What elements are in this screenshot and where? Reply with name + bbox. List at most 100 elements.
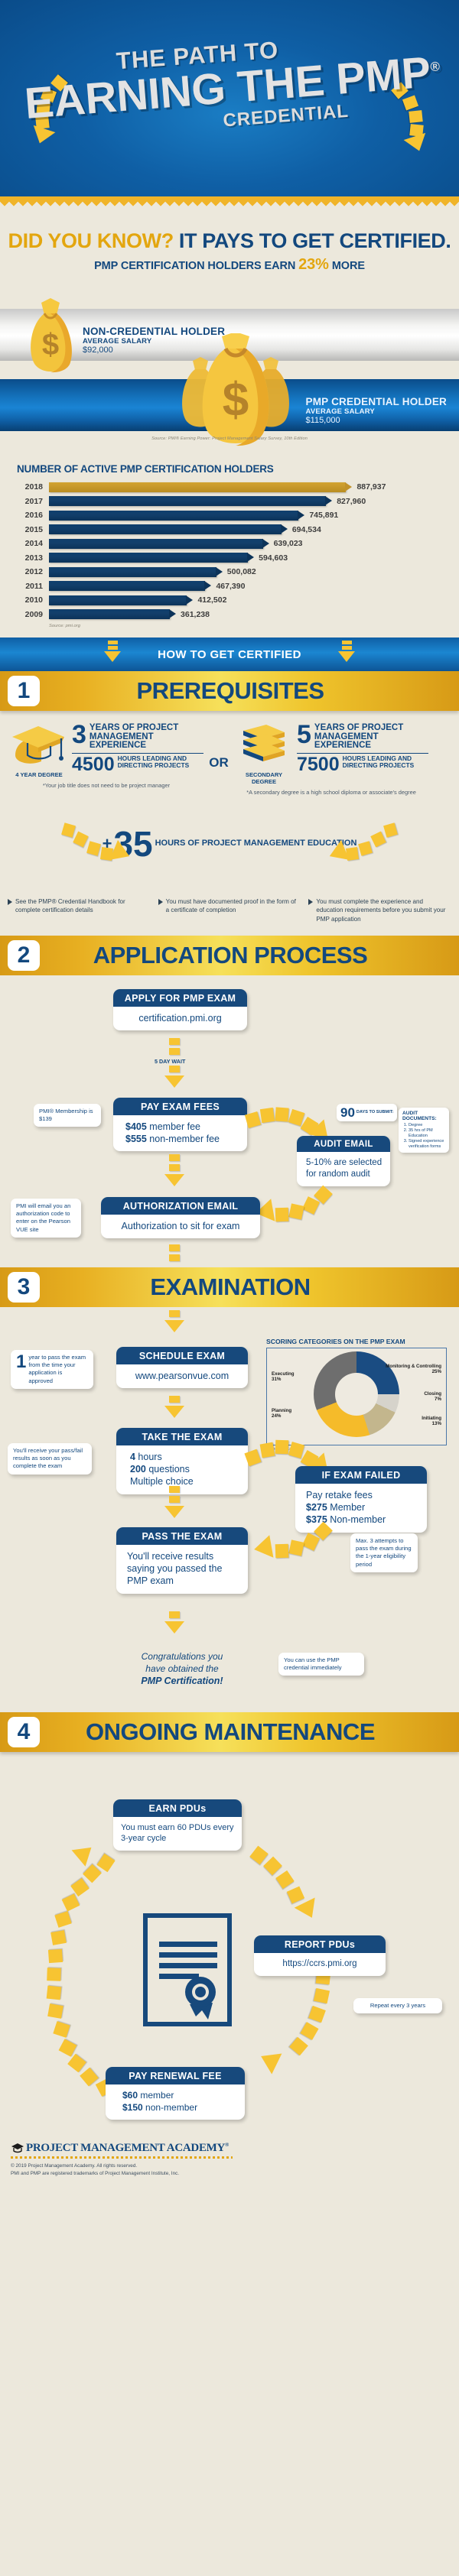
section-number-4: 4 [8, 1716, 40, 1747]
infographic-page: THE PATH TO EARNING THE PMP® CREDENTIAL … [0, 0, 459, 2576]
chart-bar [49, 595, 194, 605]
report-pdus-card[interactable]: REPORT PDUs https://ccrs.pmi.org [254, 1935, 386, 1976]
failed-member-text: Member [327, 1502, 366, 1513]
donut-label-executing-name: Executing [272, 1371, 295, 1377]
logo-cap-icon [11, 2143, 24, 2153]
copyright-line-2: PMI and PMP are registered trademarks of… [11, 2170, 180, 2176]
chart-bar-track [49, 609, 177, 620]
flow-connector-2 [164, 1065, 184, 1088]
fees-card-body: $405 member fee $555 non-member fee [113, 1115, 247, 1152]
earn-pdus-card[interactable]: EARN PDUs You must earn 60 PDUs every 3-… [113, 1799, 242, 1851]
chart-bar-value: 745,891 [309, 511, 339, 521]
section-title-1: PREREQUISITES [136, 677, 325, 704]
brand-m: M [80, 2141, 91, 2154]
ninety-days-text: DAYS TO SUBMIT: [356, 1110, 394, 1115]
renewal-card-title: PAY RENEWAL FEE [106, 2066, 245, 2084]
non-credential-amount: $92,000 [83, 346, 113, 355]
take-questions-line: 200 questions [130, 1463, 240, 1475]
donut-label-closing-value: 7% [435, 1397, 441, 1403]
brand-name: PROJECT MANAGEMENT ACADEMY® [26, 2142, 229, 2155]
chart-bar-track [49, 581, 212, 592]
chart-row-year: 2011 [25, 581, 43, 591]
brand-rest2: ANAGEMENT [90, 2141, 167, 2154]
chart-row: 2013 594,603 [17, 552, 447, 565]
chart-row: 2009 361,238 [17, 608, 447, 621]
membership-callout: PMI® Membership is $139 [34, 1103, 101, 1127]
chart-bar-value: 594,603 [259, 553, 288, 563]
section-header-prerequisites: 1 PREREQUISITES [0, 671, 459, 711]
chart-row-year: 2013 [24, 553, 43, 563]
donut-label-initiating-name: Initiating [422, 1415, 441, 1421]
chart-row: 2014 639,023 [17, 537, 447, 550]
salary-comparison: $ $ NON-CREDENTIAL HOLDER AVERAGE SALARY… [0, 280, 459, 463]
take-hours-value: 4 [130, 1451, 135, 1462]
donut-label-closing-name: Closing [424, 1390, 441, 1397]
chart-bar-track [49, 510, 305, 521]
chart-bar [49, 482, 353, 492]
chart-row-year: 2009 [24, 609, 43, 619]
take-hours-line: 4 hours [130, 1451, 240, 1463]
section-number-1: 1 [8, 676, 40, 706]
fees-nonmember-amount: $555 [125, 1134, 147, 1145]
footer-dot-rule [11, 2156, 233, 2159]
authorization-email-card[interactable]: AUTHORIZATION EMAIL Authorization to sit… [101, 1196, 260, 1239]
exam-connector-0 [164, 1309, 184, 1332]
audit-card-body: 5-10% are selected for random audit [306, 1157, 382, 1179]
ninety-days-number: 90 [340, 1105, 355, 1120]
pass-card-body: You'll receive results saying you passed… [127, 1550, 223, 1587]
fees-nonmember-line: $555 non-member fee [125, 1133, 239, 1145]
pass-exam-card[interactable]: PASS THE EXAM You'll receive results say… [116, 1526, 248, 1594]
schedule-exam-card[interactable]: SCHEDULE EXAM www.pearsonvue.com [116, 1346, 248, 1389]
chart-row: 2010 412,502 [17, 594, 447, 607]
chart-source: Source: pmi.org [49, 624, 80, 628]
renewal-member-amount: $60 [122, 2089, 138, 2101]
subline-pre: PMP CERTIFICATION HOLDERS EARN [94, 260, 296, 272]
chart-row: 2015 694,534 [17, 524, 447, 537]
certificate-icon [143, 1913, 232, 2026]
max-attempts-callout: Max. 3 attempts to pass the exam during … [350, 1533, 418, 1572]
take-exam-card[interactable]: TAKE THE EXAM 4 hours 200 questions Mult… [116, 1427, 248, 1494]
prereq-right-hours-text: HOURS LEADING AND DIRECTING PROJECTS [342, 754, 415, 769]
prereq-right-text: 5 YEARS OF PROJECT MANAGEMENT EXPERIENCE… [294, 722, 428, 774]
subline-percent: 23% [298, 256, 329, 273]
pay-renewal-card[interactable]: PAY RENEWAL FEE $60 member $150 non-memb… [106, 2066, 245, 2120]
prereq-left-hours: 4500 [72, 754, 115, 776]
prereq-left-text: 3 YEARS OF PROJECT MANAGEMENT EXPERIENCE… [69, 722, 203, 776]
how-to-label: HOW TO GET CERTIFIED [158, 647, 301, 661]
down-arrow-right-icon [338, 641, 355, 662]
chart-bar-track [49, 524, 288, 535]
take-hours-text: hours [135, 1451, 162, 1462]
failed-member-amount: $275 [306, 1502, 327, 1513]
chart-row: 2012 500,082 [17, 566, 447, 579]
audit-email-card[interactable]: AUDIT EMAIL 5-10% are selected for rando… [297, 1135, 390, 1186]
chart-bar-track [49, 482, 353, 492]
chart-bar [49, 609, 177, 620]
zigzag-divider-inner [0, 198, 459, 206]
prereq-left-icon-label: 4 YEAR DEGREE [15, 771, 63, 778]
footer: PROJECT MANAGEMENT ACADEMY® © 2019 Proje… [0, 2134, 459, 2188]
arc-to-authorization-icon [252, 1185, 367, 1241]
chart-bar-track [49, 566, 223, 577]
audit-documents-list: Degree 35 hrs of PM Education Signed exp… [409, 1123, 445, 1150]
brand-p: P [26, 2141, 33, 2154]
apply-card-body: certification.pmi.org [138, 1012, 222, 1024]
audit-card-title: AUDIT EMAIL [297, 1135, 390, 1152]
fees-member-amount: $405 [125, 1121, 147, 1132]
donut-label-monitoring-name: Monitoring & Controlling [386, 1363, 441, 1369]
audit-doc-item: Degree [409, 1123, 445, 1128]
did-you-know-statement: IT PAYS TO GET CERTIFIED. [178, 229, 451, 252]
congratulations-text: Congratulations you have obtained the PM… [107, 1651, 257, 1688]
exam-failed-card[interactable]: IF EXAM FAILED Pay retake fees $275 Memb… [295, 1465, 427, 1533]
hero-banner: THE PATH TO EARNING THE PMP® CREDENTIAL [0, 0, 459, 206]
brand-rest1: ROJECT [32, 2141, 81, 2154]
congrats-line-1: Congratulations you [141, 1650, 223, 1662]
fees-card-title: PAY EXAM FEES [113, 1097, 247, 1115]
apply-card[interactable]: APPLY FOR PMP EXAM certification.pmi.org [113, 988, 247, 1031]
pay-exam-fees-card[interactable]: PAY EXAM FEES $405 member fee $555 non-m… [113, 1097, 247, 1152]
bullet-triangle-icon [308, 898, 314, 905]
credential-immediate-callout: You can use the PMP credential immediate… [278, 1652, 364, 1676]
flow-connector-1 [169, 1037, 180, 1058]
chart-bar-value: 694,534 [291, 524, 321, 534]
plus-35-hours-block: + 35 HOURS OF PROJECT MANAGEMENT EDUCATI… [0, 801, 459, 887]
prereq-left-column: 4 YEAR DEGREE 3 YEARS OF PROJECT MANAGEM… [9, 722, 203, 790]
